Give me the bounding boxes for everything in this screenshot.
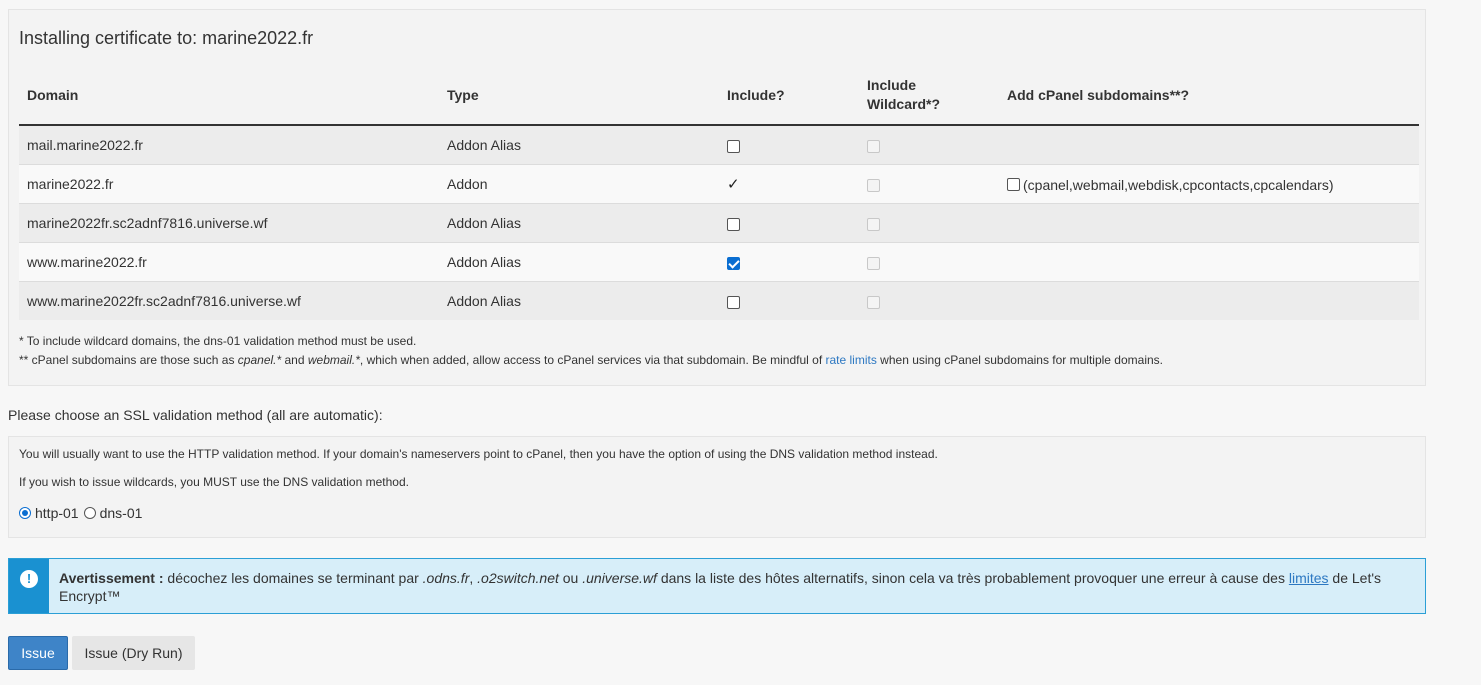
table-row: mail.marine2022.fr Addon Alias <box>19 124 1419 165</box>
domain-cell: mail.marine2022.fr <box>19 124 439 165</box>
domain-cell: marine2022.fr <box>19 164 439 204</box>
wildcard-note: * To include wildcard domains, the dns-0… <box>19 334 417 348</box>
alert-icon-bar: ! <box>9 559 49 613</box>
table-row: marine2022fr.sc2adnf7816.universe.wf Add… <box>19 203 1419 243</box>
col-include-wildcard: Include Wildcard*? <box>859 66 999 126</box>
subdomains-cell <box>999 281 1419 320</box>
subdomains-cell <box>999 203 1419 243</box>
wildcard-cell <box>859 203 999 243</box>
alert-message: Avertissement : décochez les domaines se… <box>59 569 1405 605</box>
include-checkbox[interactable] <box>727 217 740 231</box>
subdomain-note-and: and <box>281 353 308 367</box>
validation-radio-group: http-01 dns-01 <box>19 505 147 521</box>
limits-link[interactable]: limites <box>1289 570 1329 586</box>
alert-text-1: décochez les domaines se terminant par <box>163 570 423 586</box>
subdomain-note-webmail: webmail.* <box>307 353 360 367</box>
col-include-wildcard-label: Include Wildcard*? <box>867 77 940 112</box>
type-cell: Addon <box>439 164 719 204</box>
include-checkbox[interactable] <box>727 295 740 309</box>
dns-01-label[interactable]: dns-01 <box>100 505 143 521</box>
table-row: www.marine2022fr.sc2adnf7816.universe.wf… <box>19 281 1419 320</box>
alert-text-4: dans la liste des hôtes alternatifs, sin… <box>656 570 1289 586</box>
warning-alert: ! Avertissement : décochez les domaines … <box>8 558 1426 614</box>
subdomain-note-cpanel: cpanel.* <box>237 353 282 367</box>
include-checkbox[interactable] <box>727 256 740 270</box>
col-include: Include? <box>719 66 859 126</box>
wildcard-checkbox <box>867 178 880 192</box>
type-cell: Addon Alias <box>439 242 719 282</box>
footnotes: * To include wildcard domains, the dns-0… <box>19 332 1163 370</box>
subdomains-cell: (cpanel,webmail,webdisk,cpcontacts,cpcal… <box>999 164 1419 204</box>
panel-title: Installing certificate to: marine2022.fr <box>19 28 314 48</box>
col-domain: Domain <box>19 66 439 126</box>
http-01-label[interactable]: http-01 <box>35 505 79 521</box>
wildcard-checkbox <box>867 139 880 153</box>
wildcard-cell <box>859 242 999 282</box>
subdomain-note-prefix: ** cPanel subdomains are those such as <box>19 353 238 367</box>
table-row: marine2022.fr Addon ✓ (cpanel,webmail,we… <box>19 164 1419 204</box>
validation-info-line: You will usually want to use the HTTP va… <box>19 447 938 461</box>
alert-domain-o2switch: .o2switch.net <box>477 570 559 586</box>
subdomains-cell <box>999 124 1419 165</box>
validation-panel: You will usually want to use the HTTP va… <box>8 436 1426 538</box>
table-row: www.marine2022.fr Addon Alias <box>19 242 1419 282</box>
type-cell: Addon Alias <box>439 281 719 320</box>
col-add-subdomains: Add cPanel subdomains**? <box>999 66 1419 126</box>
exclamation-icon: ! <box>20 570 38 588</box>
domain-cell: www.marine2022fr.sc2adnf7816.universe.wf <box>19 281 439 320</box>
validation-wildcard-line: If you wish to issue wildcards, you MUST… <box>19 475 409 489</box>
domain-cell: marine2022fr.sc2adnf7816.universe.wf <box>19 203 439 243</box>
wildcard-cell <box>859 164 999 204</box>
subdomains-label: (cpanel,webmail,webdisk,cpcontacts,cpcal… <box>1023 176 1334 193</box>
domains-table: Domain Type Include? Include Wildcard*? … <box>19 66 1419 320</box>
checkmark-icon: ✓ <box>727 176 740 193</box>
subdomain-note-mid: , which when added, allow access to cPan… <box>359 353 826 367</box>
alert-domain-universe: .universe.wf <box>582 570 657 586</box>
issue-button[interactable]: Issue <box>8 636 68 670</box>
include-cell <box>719 242 859 282</box>
wildcard-cell <box>859 124 999 165</box>
wildcard-checkbox <box>867 256 880 270</box>
validation-heading: Please choose an SSL validation method (… <box>8 407 383 423</box>
issue-dry-run-button[interactable]: Issue (Dry Run) <box>72 636 195 670</box>
subdomain-note-suffix: when using cPanel subdomains for multipl… <box>876 353 1163 367</box>
http-01-radio[interactable] <box>19 507 31 519</box>
type-cell: Addon Alias <box>439 124 719 165</box>
include-cell <box>719 203 859 243</box>
table-header-row: Domain Type Include? Include Wildcard*? … <box>19 66 1419 126</box>
certificate-panel: Installing certificate to: marine2022.fr… <box>8 9 1426 386</box>
rate-limits-link[interactable]: rate limits <box>826 353 877 367</box>
wildcard-cell <box>859 281 999 320</box>
include-cell: ✓ <box>719 164 859 204</box>
alert-domain-odns: .odns.fr <box>422 570 470 586</box>
wildcard-checkbox <box>867 217 880 231</box>
include-checkbox[interactable] <box>727 139 740 153</box>
alert-text-2: , <box>469 570 478 586</box>
add-subdomains-checkbox[interactable] <box>1007 178 1020 192</box>
subdomain-note: ** cPanel subdomains are those such as c… <box>19 351 1163 370</box>
alert-text-3: ou <box>558 570 583 586</box>
include-cell <box>719 124 859 165</box>
subdomains-cell <box>999 242 1419 282</box>
domain-cell: www.marine2022.fr <box>19 242 439 282</box>
alert-title: Avertissement : <box>59 570 164 586</box>
type-cell: Addon Alias <box>439 203 719 243</box>
include-cell <box>719 281 859 320</box>
wildcard-checkbox <box>867 295 880 309</box>
col-type: Type <box>439 66 719 126</box>
dns-01-radio[interactable] <box>83 507 96 519</box>
